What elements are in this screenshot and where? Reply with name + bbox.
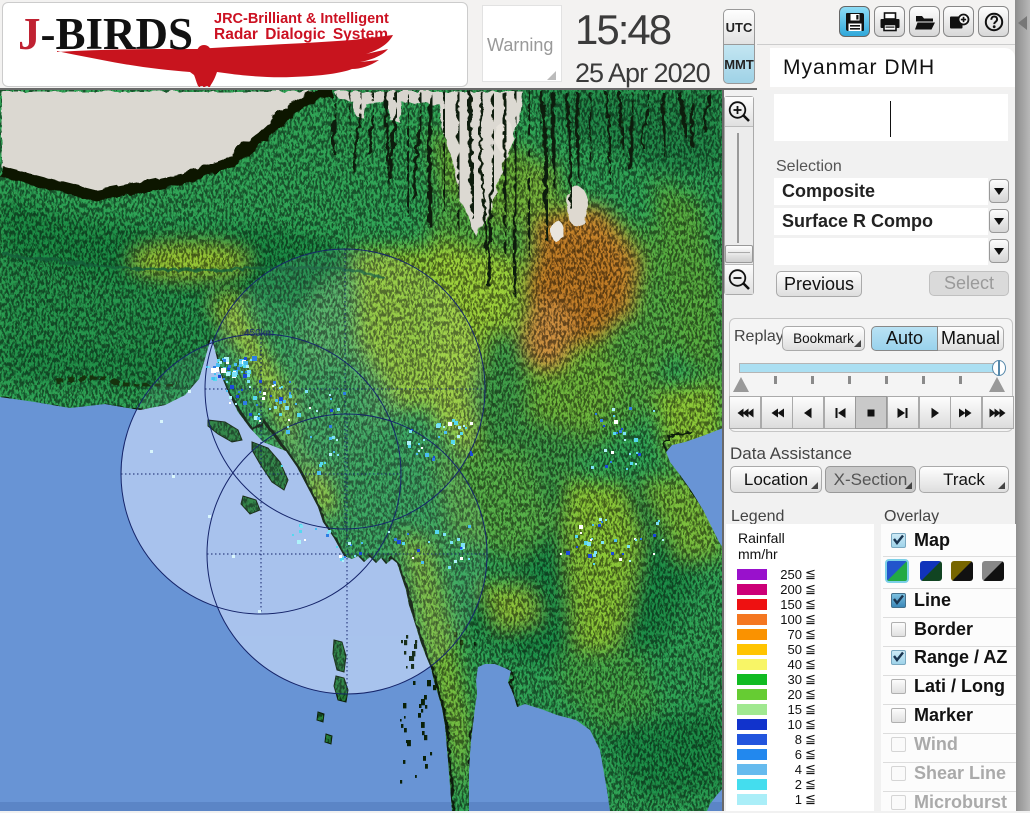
svg-text:450km: 450km (244, 328, 274, 339)
